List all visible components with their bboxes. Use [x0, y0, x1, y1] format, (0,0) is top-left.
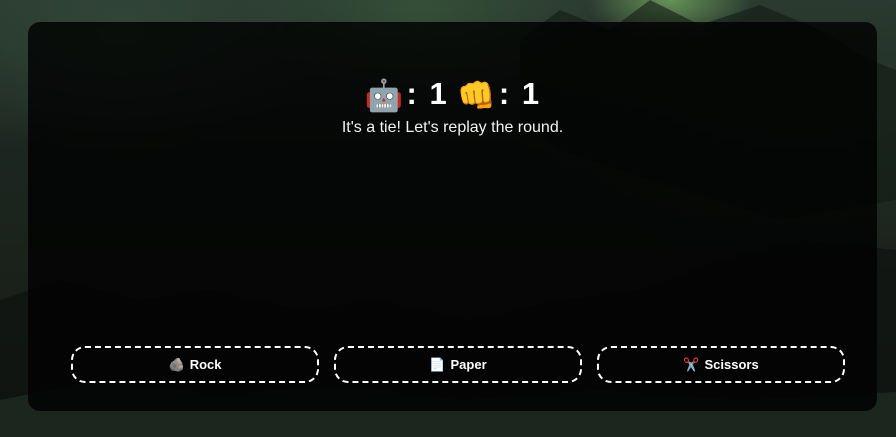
- scoreboard: 🤖: 1 👊: 1: [28, 74, 877, 116]
- choice-buttons: 🪨 Rock 📄 Paper ✂️ Scissors: [71, 346, 845, 383]
- score-separator: :: [498, 76, 511, 111]
- paper-label: Paper: [450, 357, 487, 372]
- scissors-button[interactable]: ✂️ Scissors: [597, 346, 845, 383]
- computer-score: 1: [429, 76, 448, 111]
- game-panel: 🤖: 1 👊: 1 It's a tie! Let's replay the r…: [28, 22, 877, 411]
- score-separator: :: [406, 76, 418, 111]
- rock-icon: 🪨: [168, 356, 185, 372]
- robot-icon: 🤖: [364, 78, 405, 113]
- rock-button[interactable]: 🪨 Rock: [71, 346, 319, 383]
- player-score: 1: [521, 76, 541, 111]
- fist-icon: 👊: [457, 78, 497, 113]
- rock-label: Rock: [189, 357, 222, 372]
- scissors-icon: ✂️: [683, 356, 700, 372]
- paper-button[interactable]: 📄 Paper: [334, 346, 582, 383]
- scissors-label: Scissors: [704, 357, 759, 372]
- paper-icon: 📄: [429, 356, 446, 372]
- round-result-message: It's a tie! Let's replay the round.: [341, 119, 564, 136]
